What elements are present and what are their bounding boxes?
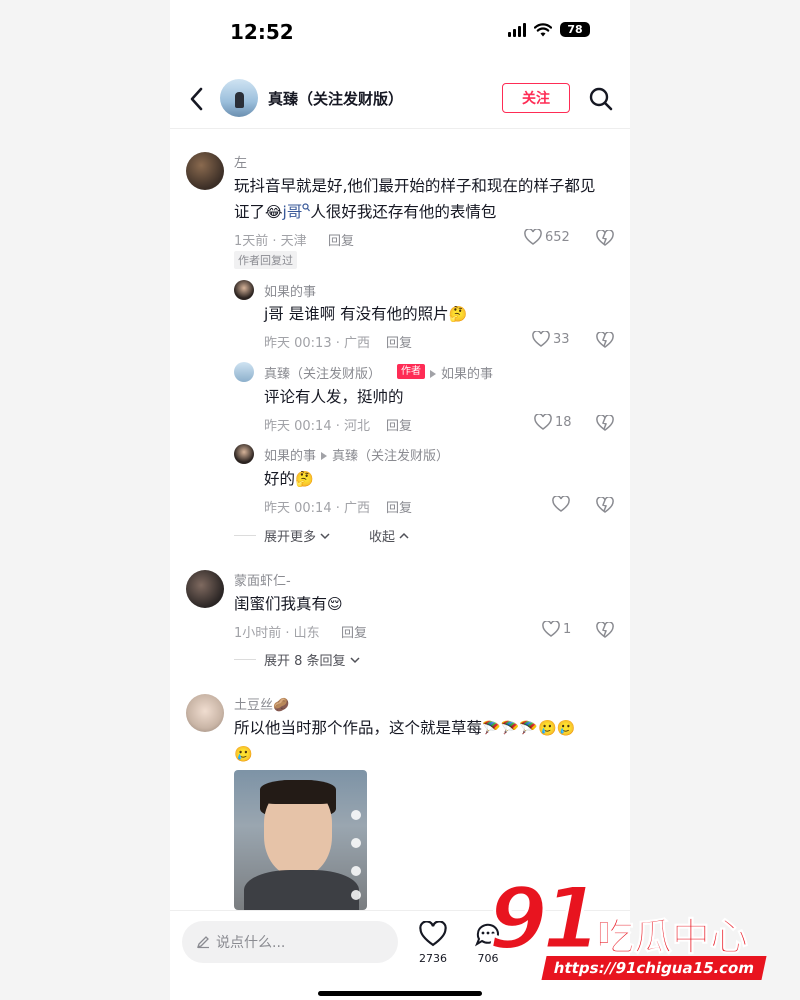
reply-text: j哥 是谁啊 有没有他的照片🤔 — [264, 305, 468, 323]
avatar[interactable] — [234, 362, 254, 382]
follow-button[interactable]: 关注 — [502, 83, 570, 113]
phone-screen: 12:52 78 真臻（关注发财版） 关注 左 玩抖音早就是好,他们最开始的样子… — [170, 0, 630, 1000]
comment-item: 蒙面虾仁- 闺蜜们我真有😌 1小时前 · 山东 回复 1 展开 8 条回复 — [170, 566, 630, 676]
like-count: 652 — [545, 229, 570, 245]
bottom-bar: 说点什么... 2736 706 — [170, 910, 630, 1000]
header-avatar[interactable] — [220, 79, 258, 117]
reply-button[interactable]: 回复 — [386, 332, 412, 351]
reply-button[interactable]: 回复 — [386, 497, 412, 516]
search-icon[interactable] — [588, 86, 614, 112]
heart-icon — [552, 496, 570, 512]
like-button[interactable]: 652 — [524, 229, 570, 245]
header-divider — [170, 128, 630, 129]
signal-icon — [508, 22, 526, 37]
dislike-icon[interactable] — [596, 332, 614, 348]
collapse-button[interactable]: 收起 — [369, 526, 410, 545]
mention-link[interactable]: j哥 — [283, 203, 303, 221]
video-thumbnail[interactable] — [234, 770, 367, 910]
chevron-down-icon — [350, 656, 360, 663]
like-action[interactable]: 2736 — [411, 920, 455, 965]
avatar[interactable] — [186, 694, 224, 732]
comment-total: 706 — [477, 952, 499, 965]
reply-username[interactable]: 如果的事 真臻（关注发财版） — [264, 445, 449, 464]
header-username[interactable]: 真臻（关注发财版） — [268, 88, 403, 109]
reply-arrow-icon — [430, 370, 436, 378]
chevron-up-icon — [399, 532, 409, 539]
reply-username[interactable]: 如果的事 — [264, 281, 316, 300]
reply-to-user[interactable]: 如果的事 — [425, 363, 493, 382]
comment-item: 左 玩抖音早就是好,他们最开始的样子和现在的样子都见 证了😂j哥 人很好我还存有他… — [170, 130, 630, 550]
wifi-icon — [534, 22, 552, 36]
comment-text: 玩抖音早就是好,他们最开始的样子和现在的样子都见 证了😂j哥 人很好我还存有他的表… — [234, 177, 596, 221]
reply-text: 好的🤔 — [264, 470, 314, 488]
like-count: 33 — [553, 331, 570, 347]
reply-button[interactable]: 回复 — [341, 622, 367, 641]
avatar[interactable] — [234, 280, 254, 300]
expand-more-button[interactable]: 展开更多 — [264, 526, 331, 545]
author-replied-badge: 作者回复过 — [234, 251, 297, 269]
reply-arrow-icon — [321, 452, 328, 460]
comment-username[interactable]: 左 — [234, 152, 247, 171]
status-bar: 12:52 78 — [170, 0, 630, 62]
like-button[interactable]: 33 — [532, 331, 570, 347]
expand-divider — [234, 535, 256, 536]
reply-button[interactable]: 回复 — [386, 415, 412, 434]
avatar[interactable] — [234, 444, 254, 464]
like-button[interactable]: 1 — [542, 621, 571, 637]
back-arrow-icon[interactable] — [184, 84, 210, 114]
author-badge: 作者 — [397, 364, 425, 379]
pencil-icon — [196, 936, 209, 949]
like-button[interactable]: 18 — [534, 414, 572, 430]
comment-time-location: 1小时前 · 山东 — [234, 626, 320, 641]
comment-text: 所以他当时那个作品，这个就是草莓🪂🪂🪂🥲🥲 🥲 — [234, 719, 576, 763]
header: 真臻（关注发财版） 关注 — [170, 74, 630, 124]
heart-icon — [542, 621, 560, 637]
home-indicator — [318, 991, 482, 996]
comment-time-location: 1天前 · 天津 — [234, 234, 307, 249]
reply-time-location: 昨天 00:14 · 河北 — [264, 419, 370, 434]
like-count: 18 — [555, 414, 572, 430]
reply-username[interactable]: 真臻（关注发财版） — [264, 363, 381, 382]
like-total: 2736 — [419, 952, 447, 965]
heart-icon — [524, 229, 542, 245]
comment-username[interactable]: 土豆丝🥔 — [234, 694, 289, 713]
comment-input[interactable]: 说点什么... — [182, 921, 398, 963]
avatar[interactable] — [186, 152, 224, 190]
expand-divider — [234, 659, 256, 660]
heart-icon — [534, 414, 552, 430]
like-count: 1 — [563, 621, 572, 637]
reply-time-location: 昨天 00:14 · 广西 — [264, 501, 370, 516]
reply-text: 评论有人发，挺帅的 — [264, 388, 404, 406]
comment-list: 左 玩抖音早就是好,他们最开始的样子和现在的样子都见 证了😂j哥 人很好我还存有他… — [170, 130, 630, 910]
dislike-icon[interactable] — [596, 415, 614, 431]
dislike-icon[interactable] — [596, 622, 614, 638]
status-icons: 78 — [508, 22, 590, 37]
chevron-down-icon — [320, 532, 330, 539]
dislike-icon[interactable] — [596, 497, 614, 513]
battery-icon: 78 — [560, 22, 590, 37]
comment-username[interactable]: 蒙面虾仁- — [234, 570, 291, 589]
comment-icon — [474, 923, 499, 947]
comment-text: 闺蜜们我真有😌 — [234, 595, 343, 613]
status-time: 12:52 — [230, 20, 294, 44]
heart-icon — [532, 331, 550, 347]
like-button[interactable] — [552, 496, 573, 512]
expand-replies-button[interactable]: 展开 8 条回复 — [264, 650, 361, 669]
dislike-icon[interactable] — [596, 230, 614, 246]
reply-time-location: 昨天 00:13 · 广西 — [264, 336, 370, 351]
comment-action[interactable]: 706 — [466, 921, 510, 965]
reply-button[interactable]: 回复 — [328, 230, 354, 249]
heart-icon — [419, 920, 447, 947]
avatar[interactable] — [186, 570, 224, 608]
